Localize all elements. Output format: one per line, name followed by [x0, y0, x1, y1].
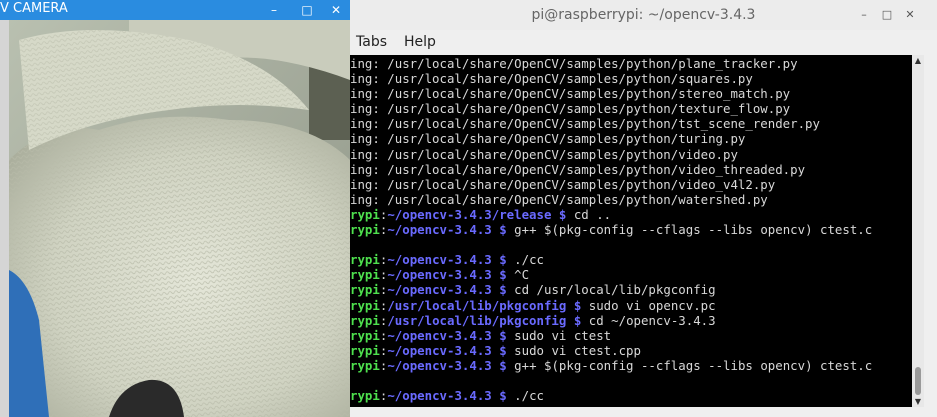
- terminal-prompt-line: rypi:~/opencv-3.4.3 $ g++ $(pkg-config -…: [350, 358, 872, 373]
- prompt-path: ~/opencv-3.4.3: [387, 357, 492, 373]
- prompt-user: rypi: [350, 267, 380, 283]
- prompt-path: /usr/local/lib/pkgconfig: [387, 297, 567, 313]
- scrollbar-thumb[interactable]: [915, 367, 921, 395]
- terminal-menubar: Tabs Help: [350, 30, 937, 55]
- close-icon[interactable]: ✕: [325, 0, 347, 20]
- prompt-symbol: $: [499, 388, 507, 404]
- terminal-output-line: ing: /usr/local/share/OpenCV/samples/pyt…: [350, 161, 806, 177]
- prompt-path: ~/opencv-3.4.3: [387, 222, 492, 238]
- terminal-output[interactable]: ing: /usr/local/share/OpenCV/samples/pyt…: [350, 55, 912, 407]
- prompt-user: rypi: [350, 252, 380, 268]
- close-icon[interactable]: ✕: [901, 7, 919, 23]
- terminal-output-line: ing: /usr/local/share/OpenCV/samples/pyt…: [350, 101, 791, 117]
- terminal-output-line: ing: /usr/local/share/OpenCV/samples/pyt…: [350, 146, 738, 162]
- prompt-command: ./cc: [514, 388, 544, 404]
- minimize-icon[interactable]: –: [855, 7, 873, 23]
- terminal-prompt-line: rypi:/usr/local/lib/pkgconfig $ sudo vi …: [350, 298, 872, 313]
- prompt-user: rypi: [350, 357, 380, 373]
- terminal-prompt-line: rypi:~/opencv-3.4.3 $ ^C: [350, 267, 872, 282]
- maximize-icon[interactable]: □: [878, 7, 896, 23]
- terminal-prompt-line: rypi:~/opencv-3.4.3 $ g++ $(pkg-config -…: [350, 222, 872, 237]
- menu-help[interactable]: Help: [404, 34, 436, 50]
- prompt-symbol: $: [499, 342, 507, 358]
- terminal-output-line: ing: /usr/local/share/OpenCV/samples/pyt…: [350, 116, 820, 132]
- prompt-path: ~/opencv-3.4.3: [387, 252, 492, 268]
- prompt-user: rypi: [350, 327, 380, 343]
- camera-window[interactable]: V CAMERA – □ ✕: [0, 0, 350, 417]
- camera-frame-image: [9, 20, 350, 417]
- prompt-command: g++ $(pkg-config --cflags --libs opencv)…: [514, 222, 873, 238]
- minimize-icon[interactable]: –: [263, 0, 285, 20]
- terminal-prompt-line: rypi:~/opencv-3.4.3/release $ cd ..: [350, 207, 872, 222]
- prompt-symbol: $: [499, 267, 507, 283]
- prompt-user: rypi: [350, 206, 380, 222]
- scroll-down-icon[interactable]: ▼: [913, 398, 923, 406]
- prompt-user: rypi: [350, 312, 380, 328]
- prompt-path: /usr/local/lib/pkgconfig: [387, 312, 567, 328]
- terminal-output-line: ing: /usr/local/share/OpenCV/samples/pyt…: [350, 176, 776, 192]
- camera-feed: [9, 20, 350, 417]
- prompt-command: sudo vi opencv.pc: [588, 297, 716, 313]
- prompt-symbol: $: [499, 222, 507, 238]
- scroll-up-icon[interactable]: ▲: [913, 57, 923, 65]
- menu-tabs[interactable]: Tabs: [356, 34, 387, 50]
- window-border: [350, 407, 937, 417]
- terminal-output-line: ing: /usr/local/share/OpenCV/samples/pyt…: [350, 71, 753, 87]
- prompt-command: sudo vi ctest.cpp: [514, 342, 641, 358]
- terminal-output-line: ing: /usr/local/share/OpenCV/samples/pyt…: [350, 191, 768, 207]
- prompt-user: rypi: [350, 342, 380, 358]
- prompt-command: cd ~/opencv-3.4.3: [588, 312, 716, 328]
- prompt-symbol: $: [499, 357, 507, 373]
- terminal-prompt-line: [350, 237, 872, 252]
- camera-window-title: V CAMERA: [0, 1, 68, 16]
- prompt-symbol: $: [499, 327, 507, 343]
- terminal-output-line: ing: /usr/local/share/OpenCV/samples/pyt…: [350, 56, 798, 71]
- prompt-path: ~/opencv-3.4.3: [387, 388, 492, 404]
- maximize-icon[interactable]: □: [296, 0, 318, 20]
- terminal-prompt-line: rypi:~/opencv-3.4.3 $ sudo vi ctest: [350, 328, 872, 343]
- terminal-output-line: ing: /usr/local/share/OpenCV/samples/pyt…: [350, 86, 791, 102]
- terminal-prompt-line: rypi:~/opencv-3.4.3 $ cd /usr/local/lib/…: [350, 282, 872, 297]
- prompt-user: rypi: [350, 297, 380, 313]
- prompt-user: rypi: [350, 222, 380, 238]
- prompt-command: ./cc: [514, 252, 544, 268]
- prompt-command: sudo vi ctest: [514, 327, 612, 343]
- prompt-command: ^C: [514, 267, 530, 283]
- terminal-prompt-line: rypi:/usr/local/lib/pkgconfig $ cd ~/ope…: [350, 313, 872, 328]
- prompt-path: ~/opencv-3.4.3: [387, 342, 492, 358]
- terminal-window[interactable]: pi@raspberrypi: ~/opencv-3.4.3 – □ ✕ Tab…: [350, 0, 937, 417]
- prompt-path: ~/opencv-3.4.3/release: [387, 206, 552, 222]
- terminal-prompt-line: rypi:~/opencv-3.4.3 $ ./cc: [350, 252, 872, 267]
- prompt-symbol: $: [499, 252, 507, 268]
- terminal-titlebar[interactable]: pi@raspberrypi: ~/opencv-3.4.3 – □ ✕: [350, 0, 937, 30]
- prompt-command: cd /usr/local/lib/pkgconfig: [514, 282, 716, 298]
- prompt-symbol: $: [558, 206, 567, 222]
- prompt-user: rypi: [350, 282, 380, 298]
- prompt-path: ~/opencv-3.4.3: [387, 327, 492, 343]
- terminal-prompt-line: [350, 373, 872, 388]
- prompt-symbol: $: [573, 312, 582, 328]
- prompt-path: ~/opencv-3.4.3: [387, 282, 492, 298]
- camera-titlebar[interactable]: V CAMERA – □ ✕: [0, 0, 350, 20]
- terminal-prompt-line: rypi:~/opencv-3.4.3 $ sudo vi ctest.cpp: [350, 343, 872, 358]
- prompt-symbol: $: [499, 282, 507, 298]
- terminal-prompt-line: rypi:~/opencv-3.4.3 $ ./cc: [350, 388, 872, 403]
- prompt-user: rypi: [350, 388, 380, 404]
- prompt-path: ~/opencv-3.4.3: [387, 267, 492, 283]
- terminal-window-title: pi@raspberrypi: ~/opencv-3.4.3: [531, 7, 756, 23]
- prompt-symbol: $: [573, 297, 582, 313]
- prompt-command: g++ $(pkg-config --cflags --libs opencv)…: [514, 357, 873, 373]
- prompt-command: cd ..: [573, 206, 612, 222]
- terminal-output-line: ing: /usr/local/share/OpenCV/samples/pyt…: [350, 131, 746, 147]
- terminal-scrollbar[interactable]: ▲ ▼: [912, 55, 924, 407]
- window-border: [0, 20, 9, 417]
- terminal-lines: ing: /usr/local/share/OpenCV/samples/pyt…: [350, 56, 872, 403]
